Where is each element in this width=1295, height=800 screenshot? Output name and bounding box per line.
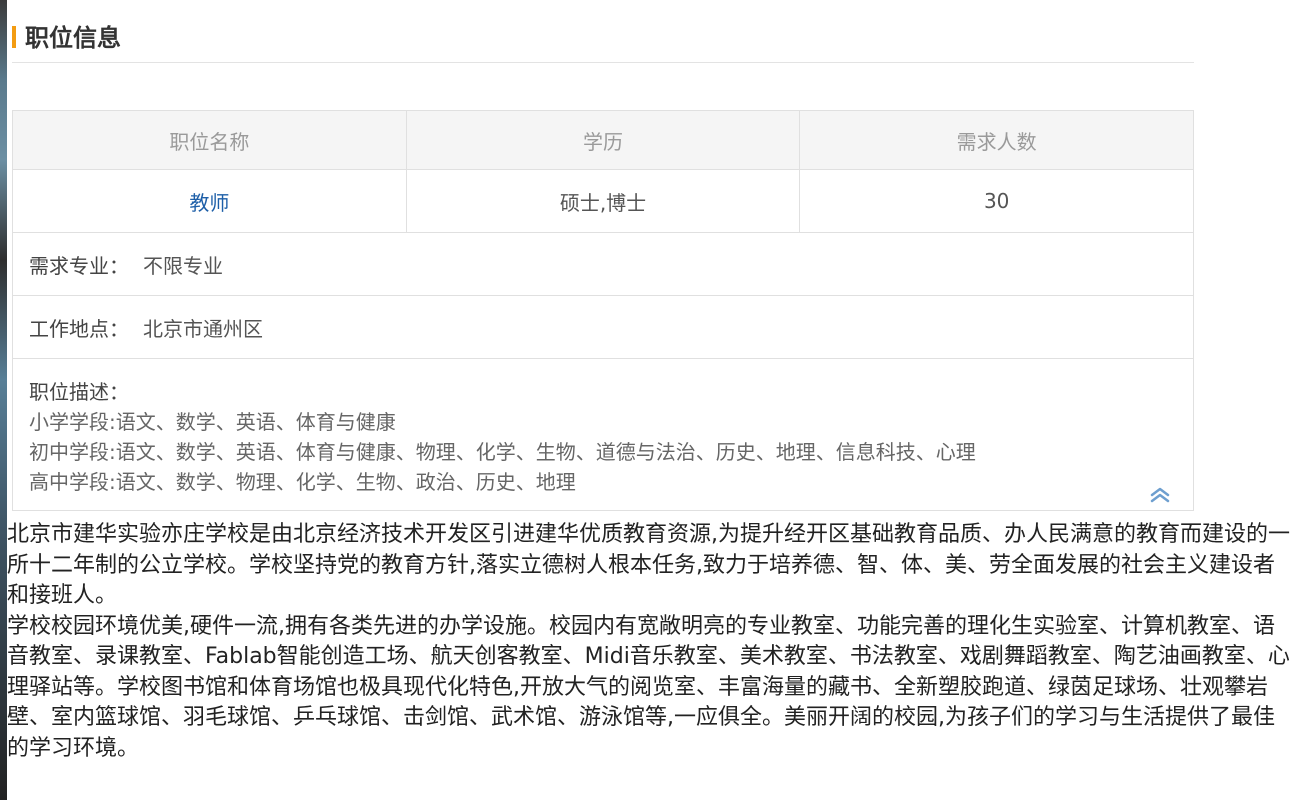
section-accent-bar [12,26,16,48]
double-chevron-up-icon[interactable] [1149,482,1171,503]
description-row: 职位描述： 小学学段:语文、数学、英语、体育与健康 初中学段:语文、数学、英语、… [13,359,1193,510]
major-row: 需求专业： 不限专业 [13,233,1193,296]
location-row: 工作地点： 北京市通州区 [13,296,1193,359]
description-label: 职位描述： [29,380,129,404]
intro-paragraph-2: 学校校园环境优美,硬件一流,拥有各类先进的办学设施。校园内有宽敞明亮的专业教室、… [7,613,1290,761]
header-count: 需求人数 [956,129,1037,154]
background-window-edge [0,0,7,800]
intro-paragraph-1: 北京市建华实验亦庄学校是由北京经济技术开发区引进建华优质教育资源,为提升经开区基… [7,522,1290,608]
table-row: 教师 硕士,博士 30 [13,170,1193,233]
major-value: 不限专业 [143,253,223,278]
section-title: 职位信息 [25,24,121,52]
header-education: 学历 [407,111,801,169]
location-label: 工作地点： [29,316,129,341]
header-position: 职位名称 [13,111,407,169]
school-introduction: 北京市建华实验亦庄学校是由北京经济技术开发区引进建华优质教育资源,为提升经开区基… [7,520,1292,764]
section-header: 职位信息 [12,18,1194,63]
job-info-table: 职位名称 学历 需求人数 教师 硕士,博士 30 需求专业： 不限专业 工作地点… [12,110,1194,511]
position-link[interactable]: 教师 [13,170,407,232]
major-label: 需求专业： [29,253,129,278]
description-line-primary: 小学学段:语文、数学、英语、体育与健康 [29,410,396,434]
description-line-high: 高中学段:语文、数学、物理、化学、生物、政治、历史、地理 [29,470,576,494]
education-value: 硕士,博士 [407,170,801,232]
table-header-row: 职位名称 学历 需求人数 [13,111,1193,170]
count-value: 30 [983,189,1010,213]
location-value: 北京市通州区 [143,316,263,341]
description-line-middle: 初中学段:语文、数学、英语、体育与健康、物理、化学、生物、道德与法治、历史、地理… [29,440,976,464]
